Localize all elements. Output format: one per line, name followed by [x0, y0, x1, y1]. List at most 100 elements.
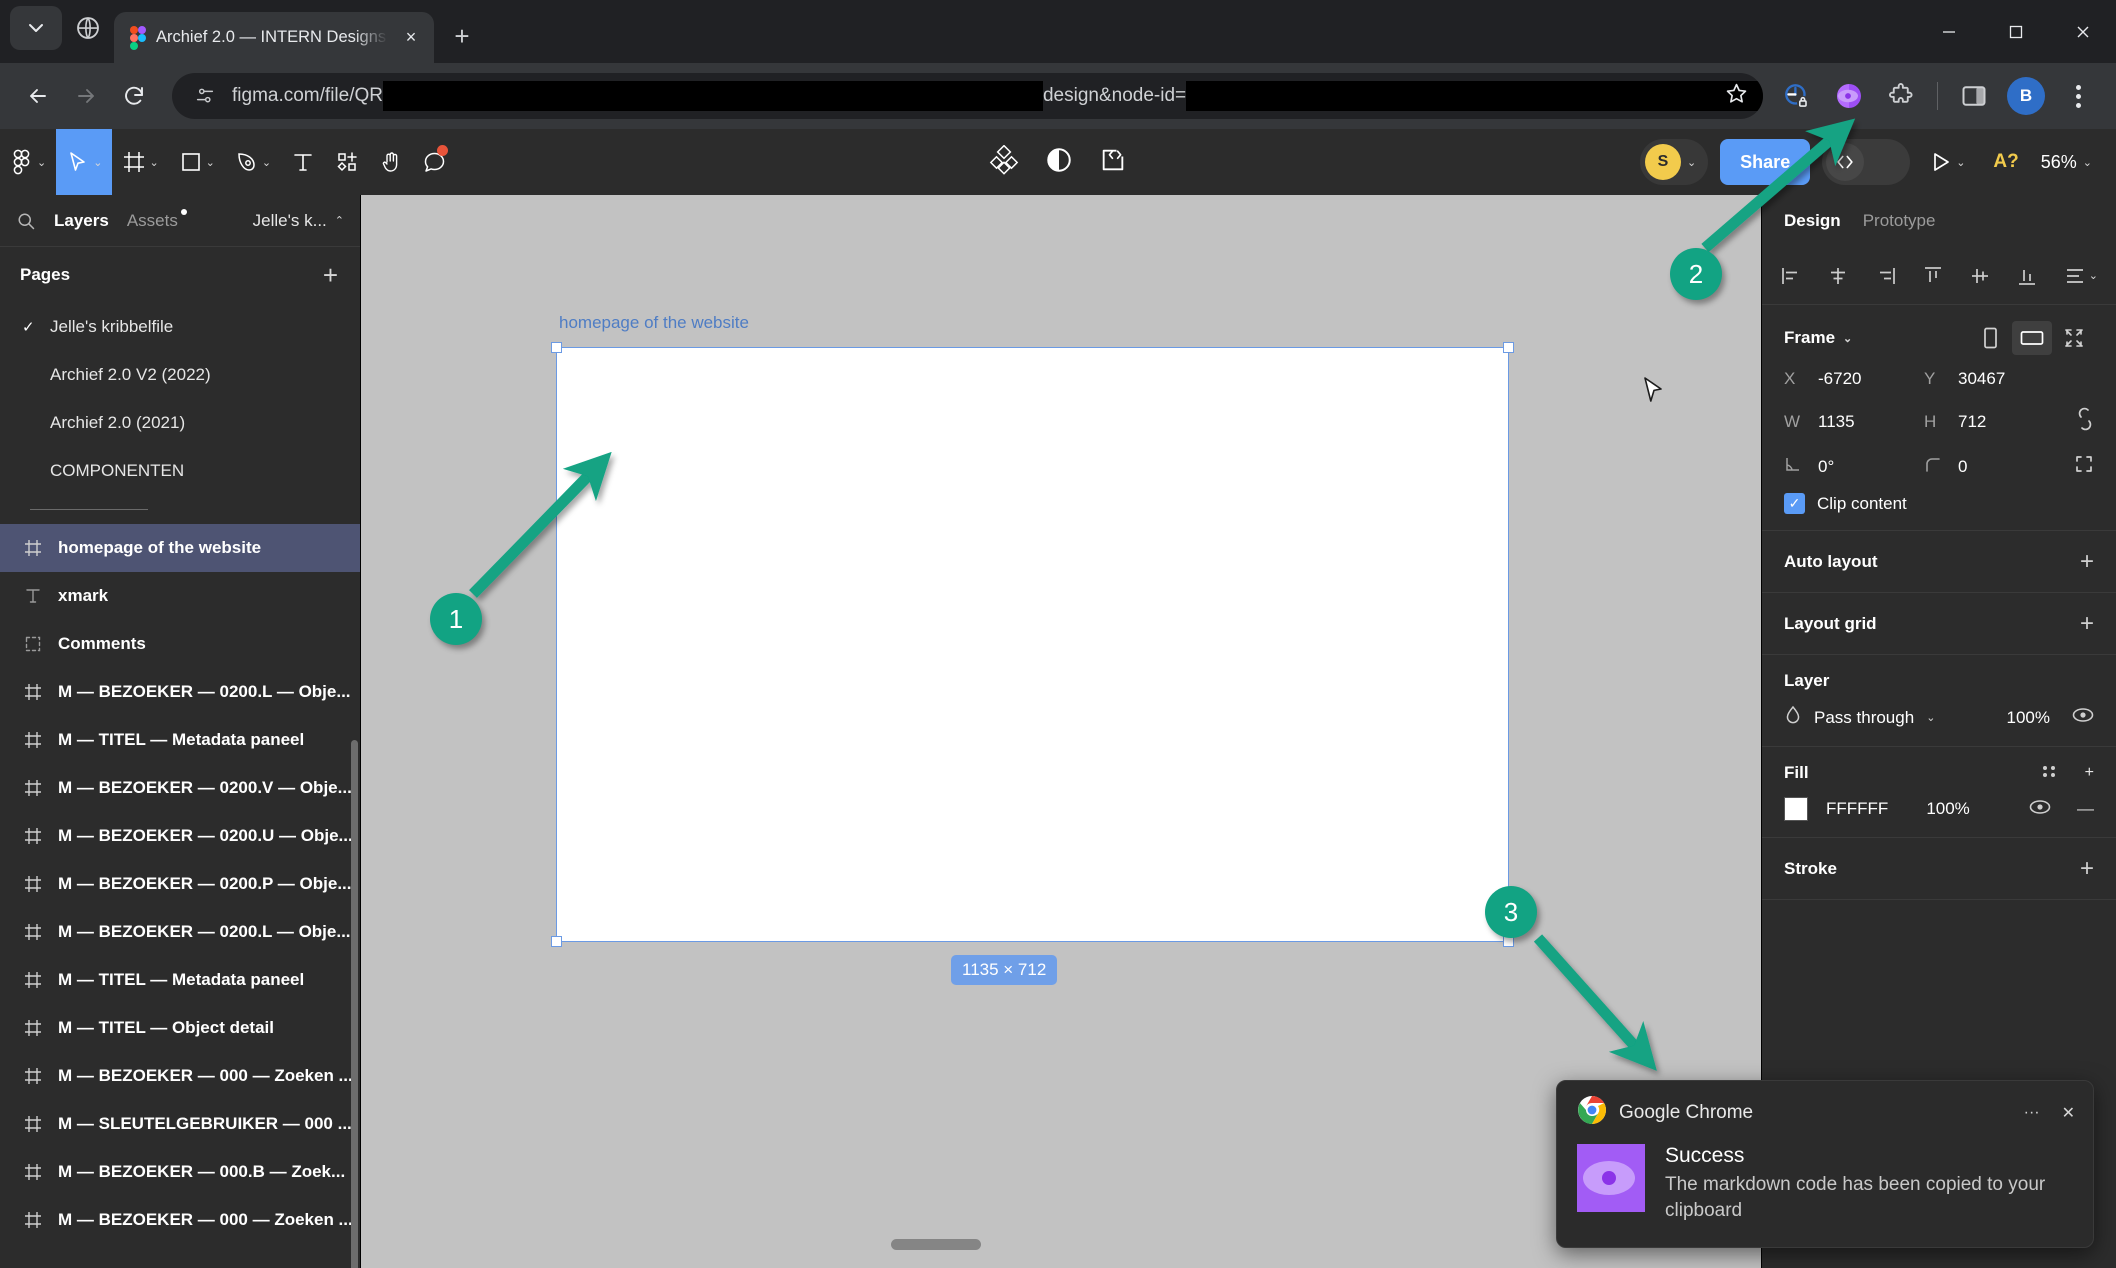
fill-opacity-value[interactable]: 100% — [1926, 799, 1969, 819]
tab-design[interactable]: Design — [1784, 211, 1841, 231]
address-bar[interactable]: figma.com/file/QR design&node-id= — [172, 73, 1763, 119]
x-field[interactable]: X -6720 — [1784, 369, 1924, 389]
collaborators-group[interactable]: S ⌄ — [1639, 139, 1709, 185]
move-tool-icon[interactable]: ⌄ — [56, 129, 113, 195]
visibility-eye-icon[interactable] — [2072, 707, 2094, 728]
height-field[interactable]: H 712 — [1924, 412, 2064, 432]
remove-fill-button[interactable]: — — [2077, 799, 2094, 819]
add-page-button[interactable]: + — [323, 260, 338, 291]
plugins-icon[interactable] — [989, 144, 1019, 180]
fill-hex-value[interactable]: FFFFFF — [1826, 799, 1888, 819]
frame-label[interactable]: homepage of the website — [559, 313, 749, 333]
page-item[interactable]: COMPONENTEN — [0, 447, 360, 495]
code-inspect-icon[interactable] — [1099, 146, 1127, 179]
align-bottom-icon[interactable] — [2016, 265, 2038, 287]
tab-search-button[interactable] — [10, 6, 62, 50]
frame-tool-icon[interactable]: ⌄ — [112, 129, 168, 195]
distribute-menu-icon[interactable]: ⌄ — [2064, 265, 2098, 287]
contrast-icon[interactable] — [1045, 146, 1073, 179]
new-tab-button[interactable]: + — [442, 16, 482, 56]
tab-prototype[interactable]: Prototype — [1863, 211, 1936, 231]
align-horizontal-center-icon[interactable] — [1827, 265, 1849, 287]
orientation-portrait-button[interactable] — [1970, 321, 2010, 355]
chevron-down-icon[interactable]: ⌄ — [1843, 332, 1852, 345]
layer-row[interactable]: M — BEZOEKER — 0200.P — Obje... — [0, 860, 360, 908]
layer-row[interactable]: M — BEZOEKER — 0200.L — Obje... — [0, 668, 360, 716]
layer-row[interactable]: M — BEZOEKER — 0200.L — Obje... — [0, 908, 360, 956]
browser-profile-avatar[interactable]: B — [2002, 72, 2050, 120]
shape-tool-icon[interactable]: ⌄ — [169, 129, 225, 195]
layer-row[interactable]: M — TITEL — Metadata paneel — [0, 956, 360, 1004]
forward-button[interactable] — [62, 72, 110, 120]
add-auto-layout-button[interactable]: + — [2080, 548, 2094, 576]
layer-row[interactable]: M — SLEUTELGEBRUIKER — 000 ... — [0, 1100, 360, 1148]
layer-row[interactable]: M — BEZOEKER — 0200.V — Obje... — [0, 764, 360, 812]
blend-mode-value[interactable]: Pass through — [1814, 708, 1914, 728]
search-icon[interactable] — [16, 211, 36, 231]
chrome-notification-toast[interactable]: Google Chrome ··· ✕ Success The markdown… — [1556, 1080, 2094, 1248]
site-settings-icon[interactable] — [188, 79, 222, 113]
present-button[interactable]: ⌄ — [1922, 150, 1971, 174]
file-name-menu[interactable]: Jelle's k... ⌃ — [253, 211, 344, 231]
browser-tab[interactable]: Archief 2.0 — INTERN Designs - × — [114, 12, 434, 63]
selected-frame[interactable] — [556, 347, 1509, 942]
layer-row[interactable]: M — BEZOEKER — 0200.U — Obje... — [0, 812, 360, 860]
fill-styles-icon[interactable] — [2039, 764, 2059, 783]
resize-to-fit-icon[interactable] — [2054, 321, 2094, 355]
page-item[interactable]: Archief 2.0 (2021) — [0, 399, 360, 447]
selection-handle-tr[interactable] — [1503, 342, 1514, 353]
selection-handle-tl[interactable] — [551, 342, 562, 353]
clip-content-row[interactable]: ✓ Clip content — [1784, 493, 2094, 514]
canvas[interactable]: homepage of the website 1135 × 712 — [361, 195, 1761, 1268]
tab-assets[interactable]: Assets — [127, 208, 187, 231]
clip-content-checkbox[interactable]: ✓ — [1784, 493, 1805, 514]
align-right-icon[interactable] — [1875, 265, 1897, 287]
align-top-icon[interactable] — [1922, 265, 1944, 287]
close-window-button[interactable] — [2049, 0, 2116, 63]
minimize-button[interactable] — [1915, 0, 1982, 63]
canvas-horizontal-scrollbar[interactable] — [891, 1239, 981, 1250]
rotation-field[interactable]: 0° — [1784, 456, 1924, 478]
page-item[interactable]: ✓ Jelle's kribbelfile — [0, 303, 360, 351]
comment-tool-icon[interactable] — [413, 129, 457, 195]
page-item[interactable]: Archief 2.0 V2 (2022) — [0, 351, 360, 399]
extensions-puzzle-icon[interactable] — [1877, 72, 1925, 120]
share-button[interactable]: Share — [1720, 139, 1811, 185]
layer-row[interactable]: M — TITEL — Object detail — [0, 1004, 360, 1052]
add-fill-button[interactable]: + — [2085, 764, 2094, 782]
selection-handle-bl[interactable] — [551, 936, 562, 947]
chevron-down-icon[interactable]: ⌄ — [1926, 711, 1935, 724]
figma-menu-icon[interactable]: ⌄ — [0, 129, 56, 195]
help-button[interactable]: A? — [1983, 151, 2028, 173]
pen-tool-icon[interactable]: ⌄ — [225, 129, 281, 195]
layer-row[interactable]: M — BEZOEKER — 000 — Zoeken ... — [0, 1196, 360, 1244]
zoom-level-menu[interactable]: 56% ⌄ — [2041, 152, 2098, 173]
width-field[interactable]: W 1135 — [1784, 412, 1924, 432]
bookmark-star-icon[interactable] — [1724, 81, 1749, 111]
y-field[interactable]: Y 30467 — [1924, 369, 2064, 389]
layer-row[interactable]: M — BEZOEKER — 000.B — Zoek... — [0, 1148, 360, 1196]
independent-corners-icon[interactable] — [2074, 454, 2094, 479]
constrain-proportions-icon[interactable] — [2076, 407, 2094, 436]
browser-profile-globe-icon[interactable] — [66, 6, 110, 50]
side-panel-icon[interactable] — [1950, 72, 1998, 120]
reload-button[interactable] — [110, 72, 158, 120]
layer-row[interactable]: Comments — [0, 620, 360, 668]
layer-opacity-value[interactable]: 100% — [2007, 708, 2050, 728]
left-panel-scrollbar[interactable] — [351, 740, 358, 1268]
align-left-icon[interactable] — [1780, 265, 1802, 287]
layer-row[interactable]: homepage of the website — [0, 524, 360, 572]
close-icon[interactable]: × — [398, 25, 424, 51]
layer-row[interactable]: xmark — [0, 572, 360, 620]
toast-close-icon[interactable]: ✕ — [2062, 1103, 2075, 1123]
text-tool-icon[interactable] — [281, 129, 325, 195]
layer-row[interactable]: M — TITEL — Metadata paneel — [0, 716, 360, 764]
corner-radius-field[interactable]: 0 — [1924, 456, 2064, 478]
reading-list-icon[interactable] — [1773, 72, 1821, 120]
markdown-copy-extension-icon[interactable] — [1825, 72, 1873, 120]
fill-color-swatch[interactable] — [1784, 797, 1808, 821]
layer-row[interactable]: M — BEZOEKER — 000 — Zoeken ... — [0, 1052, 360, 1100]
align-vertical-center-icon[interactable] — [1969, 265, 1991, 287]
add-stroke-button[interactable]: + — [2080, 855, 2094, 883]
fill-visibility-eye-icon[interactable] — [2029, 799, 2051, 820]
